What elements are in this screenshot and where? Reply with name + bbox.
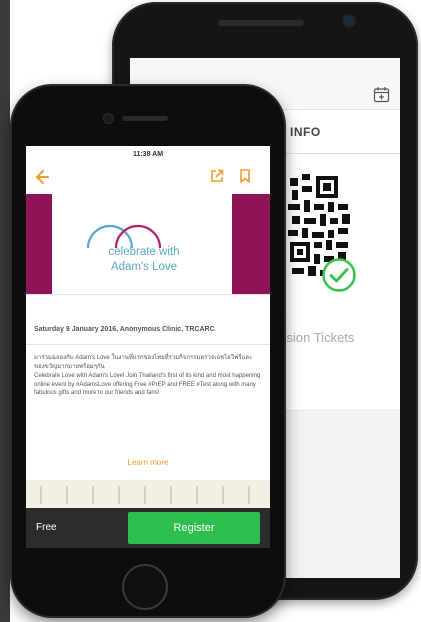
strip-tick: [196, 486, 198, 504]
event-banner: celebrate with Adam's Love: [26, 194, 270, 294]
verified-check-icon: [322, 258, 356, 292]
event-description-thai: มาร่วมฉลองกับ Adam's Love ในงานที่แรกของ…: [34, 355, 253, 370]
iphone-speaker: [122, 116, 168, 121]
price-label: Free: [36, 522, 57, 533]
strip-tick: [144, 486, 146, 504]
strip-tick: [92, 486, 94, 504]
event-screen: 11:38 AM celebrate with Adam's Love Satu…: [26, 146, 270, 548]
frame-edge: [0, 0, 10, 622]
iphone: 11:38 AM celebrate with Adam's Love Satu…: [12, 86, 284, 616]
strip-tick: [170, 486, 172, 504]
strip-tick: [118, 486, 120, 504]
adams-love-logo-arcs: [86, 224, 162, 248]
event-app-bar: [26, 164, 270, 194]
home-button[interactable]: [122, 564, 168, 610]
strip-tick: [248, 486, 250, 504]
android-camera: [344, 16, 354, 26]
share-icon[interactable]: [210, 169, 224, 183]
tab-info[interactable]: INFO: [290, 110, 400, 154]
strip-tick: [66, 486, 68, 504]
banner-left-block: [26, 194, 52, 294]
strip-tick: [40, 486, 42, 504]
iphone-camera: [104, 114, 113, 123]
android-speaker: [218, 20, 304, 26]
device-mockup-scene: d INFO: [0, 0, 421, 622]
learn-more-link[interactable]: Learn more: [26, 458, 270, 467]
register-button[interactable]: Register: [128, 512, 260, 544]
bookmark-icon[interactable]: [240, 169, 250, 183]
back-arrow-icon[interactable]: [34, 168, 50, 186]
banner-right-block: [232, 194, 270, 294]
banner-brand: Adam's Love: [110, 261, 178, 273]
decorative-strip: [26, 480, 270, 510]
registration-bar: Free Register: [26, 508, 270, 548]
status-bar-time: 11:38 AM: [132, 151, 164, 158]
event-description-english: Celebrate Love with Adam's Love! Join Th…: [34, 373, 261, 396]
meta-divider: [26, 344, 270, 345]
banner-divider: [26, 294, 270, 295]
ticket-type-label: ssion Tickets: [280, 330, 355, 345]
event-date-location: Saturday 9 January 2016, Anonymous Clini…: [34, 326, 215, 333]
calendar-add-icon[interactable]: [373, 86, 390, 103]
strip-tick: [222, 486, 224, 504]
banner-headline: celebrate with: [108, 246, 180, 258]
